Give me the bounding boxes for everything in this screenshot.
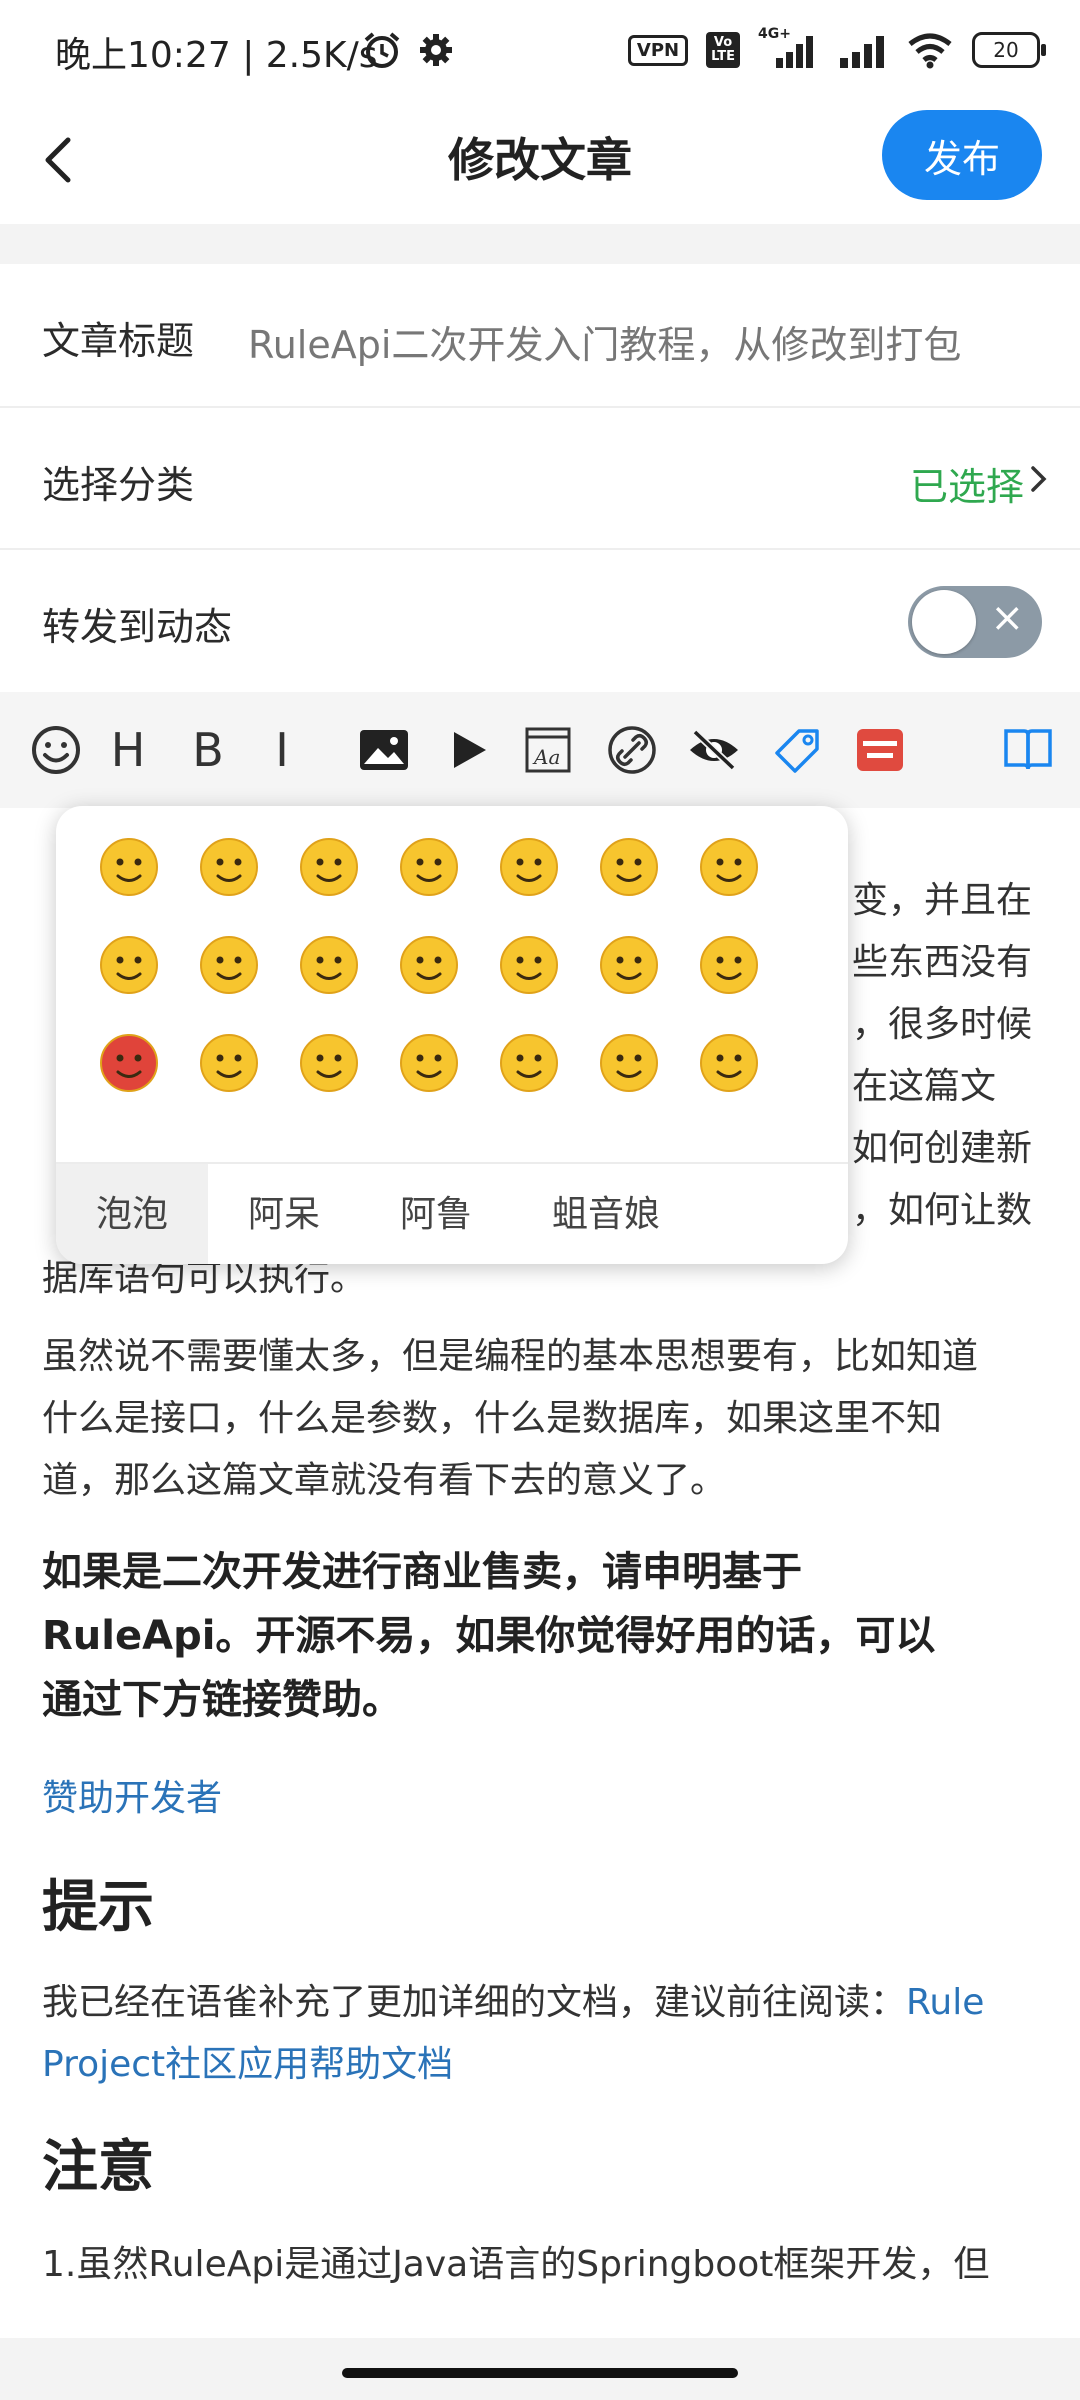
signal-4g-icon: 4G+ [758, 26, 820, 70]
heading-tip: 提示 [42, 1875, 154, 1940]
cool-emoji-icon[interactable] [498, 836, 560, 898]
italic-icon[interactable]: I [254, 722, 310, 778]
close-icon: × [990, 595, 1024, 641]
note-paragraph: 1.虽然RuleApi是通过Java语言的Springboot框架开发，但 [42, 2244, 990, 2285]
tab-quyinniang[interactable]: 蛆音娘 [536, 1164, 676, 1264]
partial-text-column: 变，并且在 些东西没有 ，很多时候 在这篇文 如何创建新 ，如何让数 [852, 880, 1033, 1231]
emoji-icon[interactable] [28, 722, 84, 778]
cry-emoji-icon[interactable] [198, 934, 260, 996]
tag-icon[interactable] [770, 722, 826, 778]
tab-adai[interactable]: 阿呆 [228, 1164, 340, 1264]
grin-emoji-icon[interactable] [198, 836, 260, 898]
toggle-knob [912, 590, 976, 654]
volte-icon: Vo LTE [706, 32, 740, 68]
title-row[interactable]: 文章标题 RuleApi二次开发入门教程，从修改到打包 [0, 264, 1080, 408]
emoji-panel: 泡泡 阿呆 阿鲁 蛆音娘 [56, 806, 848, 1264]
title-label: 文章标题 [42, 319, 195, 363]
vomit-emoji-icon[interactable] [198, 1032, 260, 1094]
status-time: 晚上10:27 | 2.5K/s [55, 35, 378, 76]
sweat-emoji-icon[interactable] [98, 934, 160, 996]
confused-emoji-icon[interactable] [298, 1032, 360, 1094]
alarm-icon [364, 32, 400, 68]
wifi-icon [908, 33, 952, 69]
gear-icon [420, 34, 452, 66]
svg-text:Aa: Aa [532, 745, 560, 769]
tip-paragraph: 我已经在语雀补充了更加详细的文档，建议前往阅读：Rule Project社区应用… [42, 1982, 985, 2085]
shy-emoji-icon[interactable] [698, 836, 760, 898]
shop-icon[interactable] [852, 722, 908, 778]
red-face-emoji-icon[interactable] [98, 1032, 160, 1094]
category-label: 选择分类 [42, 463, 195, 507]
title-input[interactable]: RuleApi二次开发入门教程，从修改到打包 [248, 314, 1048, 369]
smug-emoji-icon[interactable] [598, 1032, 660, 1094]
sad-emoji-icon[interactable] [398, 934, 460, 996]
book-icon[interactable] [1000, 722, 1056, 778]
editor-toolbar: H B I Aa [0, 692, 1080, 808]
bold-icon[interactable]: B [180, 722, 236, 778]
smile-emoji-icon[interactable] [98, 836, 160, 898]
heading-icon[interactable]: H [100, 722, 156, 778]
vpn-icon: VPN [627, 34, 689, 66]
image-icon[interactable] [356, 722, 412, 778]
publish-button[interactable]: 发布 [882, 110, 1042, 200]
bold-paragraph: 如果是二次开发进行商业售卖，请申明基于 RuleApi。开源不易，如果你觉得好用… [42, 1549, 936, 1723]
section-divider [0, 224, 1080, 264]
sponsor-link[interactable]: 赞助开发者 [42, 1768, 1042, 1830]
tip-link-cont[interactable]: Project社区应用帮助文档 [42, 2044, 453, 2085]
status-bar: 晚上10:27 | 2.5K/s VPN Vo LTE 4G+ 20 [0, 0, 1080, 100]
link-icon[interactable] [604, 722, 660, 778]
forward-row: 转发到动态 × [0, 550, 1080, 692]
thinking-emoji-icon[interactable] [498, 934, 560, 996]
category-row[interactable]: 选择分类 已选择 [0, 408, 1080, 550]
forward-label: 转发到动态 [42, 605, 233, 649]
heading-note: 注意 [42, 2135, 154, 2200]
tip-link[interactable]: Rule [906, 1982, 984, 2023]
video-icon[interactable] [440, 722, 496, 778]
font-icon[interactable]: Aa [520, 722, 576, 778]
signal-icon [840, 36, 884, 68]
forward-toggle[interactable]: × [908, 586, 1042, 658]
tab-paopao[interactable]: 泡泡 [56, 1164, 208, 1264]
tongue-emoji-icon[interactable] [298, 836, 360, 898]
paragraph-2: 虽然说不需要懂太多，但是编程的基本思想要有，比如知道 什么是接口，什么是参数，什… [42, 1336, 979, 1501]
emoji-tabs: 泡泡 阿呆 阿鲁 蛆音娘 [56, 1162, 848, 1264]
pout-emoji-icon[interactable] [398, 1032, 460, 1094]
embarrassed-emoji-icon[interactable] [298, 934, 360, 996]
home-indicator[interactable] [342, 2368, 738, 2378]
app-header: 修改文章 发布 [0, 100, 1080, 224]
blush-emoji-icon[interactable] [698, 1032, 760, 1094]
battery-icon: 20 [972, 32, 1046, 68]
category-value: 已选择 [909, 465, 1024, 509]
chevron-right-icon [1031, 466, 1047, 492]
angry-emoji-icon[interactable] [598, 836, 660, 898]
tab-alu[interactable]: 阿鲁 [380, 1164, 492, 1264]
money-emoji-icon[interactable] [598, 934, 660, 996]
hide-icon[interactable] [686, 722, 742, 778]
frown-emoji-icon[interactable] [698, 934, 760, 996]
scared-emoji-icon[interactable] [398, 836, 460, 898]
laugh-emoji-icon[interactable] [498, 1032, 560, 1094]
